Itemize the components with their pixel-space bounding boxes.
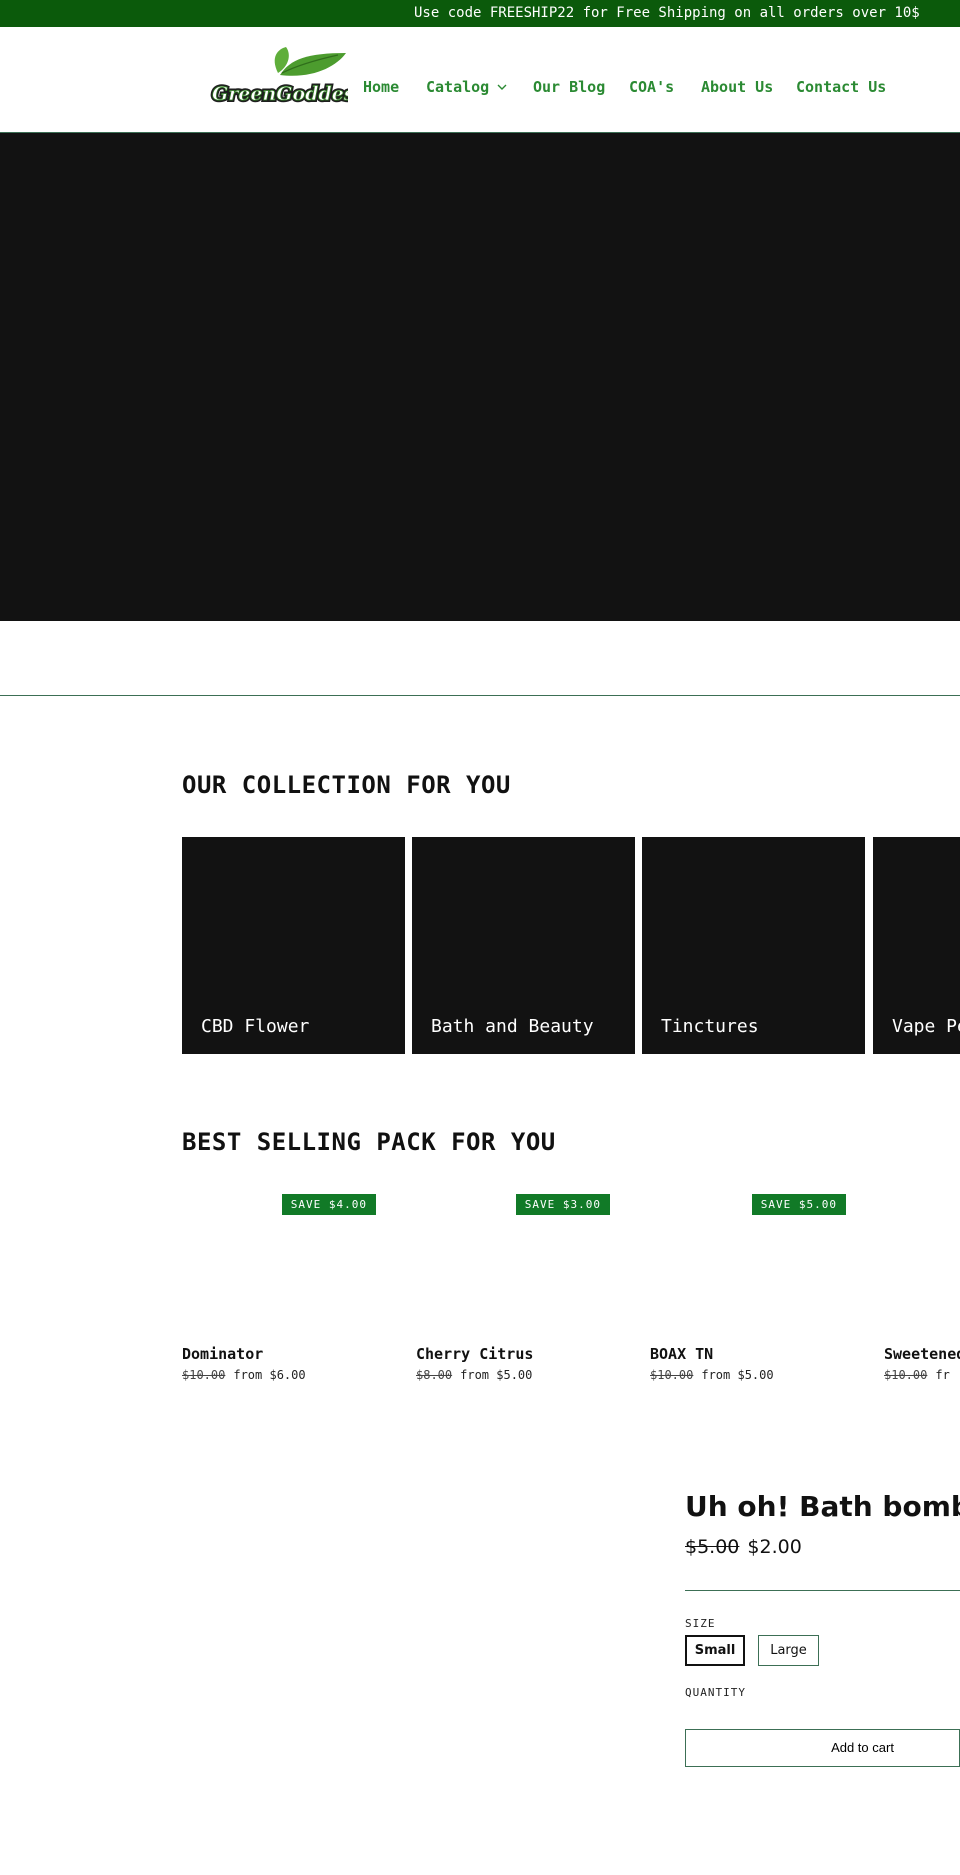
nav-catalog-label: Catalog — [426, 78, 490, 96]
green-goddess-logo[interactable]: GreenGoddess GreenGoddess — [208, 45, 348, 105]
product-name: Dominator — [182, 1345, 264, 1363]
product-price: $10.00 from $6.00 — [182, 1368, 306, 1382]
collection-section-title: OUR COLLECTION FOR YOU — [182, 771, 511, 799]
featured-product-price: $5.00 $2.00 — [685, 1536, 802, 1558]
nav-coas[interactable]: COA's — [629, 78, 674, 96]
product-card-boax-tn[interactable]: SAVE $5.00 BOAX TN $10.00 from $5.00 — [650, 1194, 862, 1390]
product-name: Cherry Citrus — [416, 1345, 534, 1363]
product-price: $8.00 from $5.00 — [416, 1368, 532, 1382]
size-option-large[interactable]: Large — [758, 1635, 819, 1666]
add-to-cart-button[interactable]: Add to cart — [685, 1729, 960, 1767]
product-compare-price: $10.00 — [182, 1368, 226, 1382]
product-card-sweetened[interactable]: Sweetened $10.00 fr — [884, 1194, 960, 1390]
product-sale-price: from $6.00 — [233, 1368, 306, 1382]
collection-card-tinctures[interactable]: Tinctures — [642, 837, 865, 1054]
collection-card-label: Vape Pe — [892, 1016, 960, 1037]
product-sale-price: from $5.00 — [460, 1368, 533, 1382]
nav-contact-us[interactable]: Contact Us — [796, 78, 886, 96]
product-price: $10.00 fr — [884, 1368, 950, 1382]
featured-sale-price: $2.00 — [747, 1536, 802, 1558]
nav-home[interactable]: Home — [363, 78, 399, 96]
product-sale-price: fr — [935, 1368, 950, 1382]
collection-card-bath-and-beauty[interactable]: Bath and Beauty — [412, 837, 635, 1054]
site-header: GreenGoddess GreenGoddess Home Catalog O… — [0, 27, 960, 133]
collection-card-label: CBD Flower — [201, 1016, 310, 1037]
product-compare-price: $10.00 — [884, 1368, 928, 1382]
logo-wordmark: GreenGoddess — [212, 83, 348, 105]
product-name: BOAX TN — [650, 1345, 714, 1363]
product-price: $10.00 from $5.00 — [650, 1368, 774, 1382]
product-name: Sweetened — [884, 1345, 960, 1363]
announcement-text: Use code FREESHIP22 for Free Shipping on… — [414, 5, 920, 21]
nav-about-us[interactable]: About Us — [701, 78, 773, 96]
sale-badge: SAVE $5.00 — [751, 1194, 846, 1215]
featured-compare-price: $5.00 — [685, 1536, 740, 1558]
announcement-bar: Use code FREESHIP22 for Free Shipping on… — [0, 0, 960, 27]
sale-badge: SAVE $4.00 — [281, 1194, 376, 1215]
product-sale-price: from $5.00 — [701, 1368, 774, 1382]
collection-card-vape-pens[interactable]: Vape Pe — [873, 837, 960, 1054]
section-divider — [0, 695, 960, 696]
sale-badge: SAVE $3.00 — [515, 1194, 610, 1215]
product-card-dominator[interactable]: SAVE $4.00 Dominator $10.00 from $6.00 — [182, 1194, 394, 1390]
hero-banner — [0, 133, 960, 621]
size-option-small[interactable]: Small — [685, 1635, 745, 1666]
nav-our-blog[interactable]: Our Blog — [533, 78, 605, 96]
product-compare-price: $8.00 — [416, 1368, 453, 1382]
nav-catalog[interactable]: Catalog — [426, 78, 507, 96]
product-compare-price: $10.00 — [650, 1368, 694, 1382]
featured-divider — [685, 1590, 960, 1591]
quantity-label: QUANTITY — [685, 1686, 746, 1699]
collection-card-cbd-flower[interactable]: CBD Flower — [182, 837, 405, 1054]
chevron-down-icon — [497, 84, 507, 90]
featured-product-title: Uh oh! Bath bombs — [685, 1490, 960, 1523]
collection-card-label: Bath and Beauty — [431, 1016, 594, 1037]
best-selling-section-title: BEST SELLING PACK FOR YOU — [182, 1128, 556, 1156]
size-label: SIZE — [685, 1617, 716, 1630]
product-card-cherry-citrus[interactable]: SAVE $3.00 Cherry Citrus $8.00 from $5.00 — [416, 1194, 628, 1390]
collection-card-label: Tinctures — [661, 1016, 759, 1037]
